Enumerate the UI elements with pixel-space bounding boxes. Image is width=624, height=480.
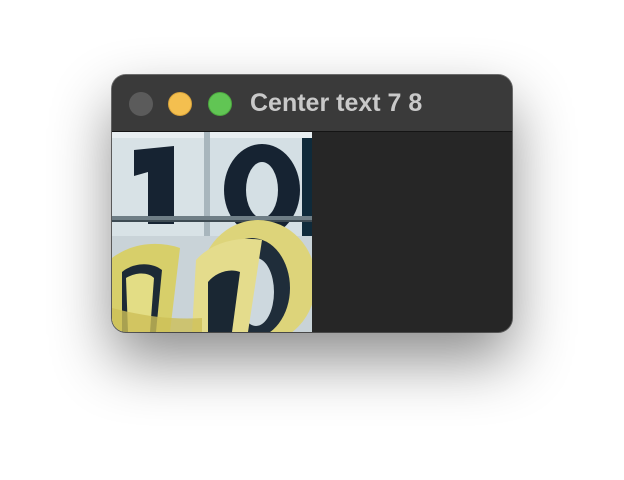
window-title: Center text 7 8 bbox=[250, 89, 423, 117]
content-area bbox=[112, 132, 512, 332]
close-button[interactable] bbox=[129, 92, 153, 116]
photo-artwork bbox=[112, 132, 312, 332]
title-bar[interactable]: Center text 7 8 bbox=[112, 75, 512, 132]
app-window: Center text 7 8 bbox=[112, 75, 512, 332]
minimize-button[interactable] bbox=[168, 92, 192, 116]
cropped-photo bbox=[112, 132, 312, 332]
zoom-button[interactable] bbox=[208, 92, 232, 116]
